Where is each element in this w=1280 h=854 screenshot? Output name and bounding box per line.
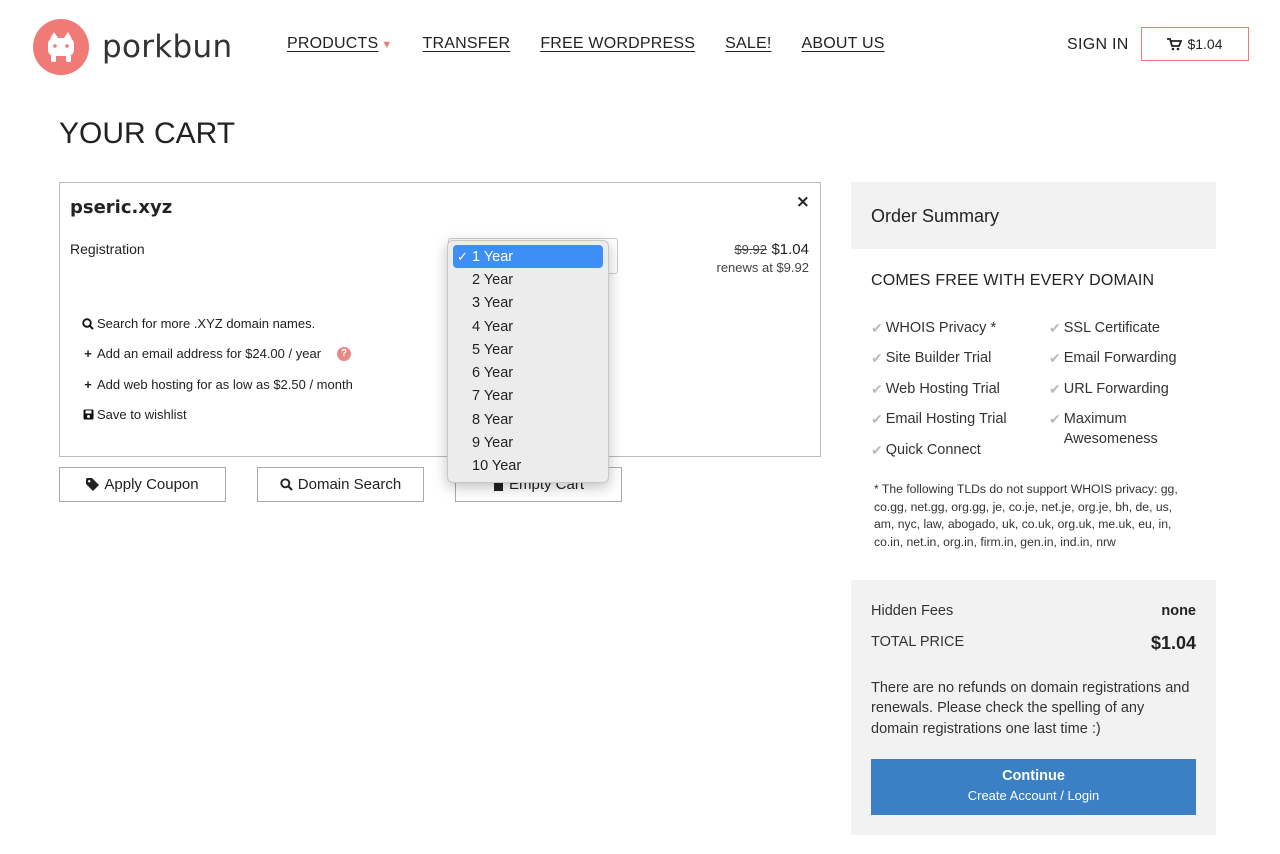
feature-item: ✔ Email Hosting Trial <box>871 409 1007 429</box>
search-icon <box>81 317 95 330</box>
term-option[interactable]: 2 Year <box>453 268 603 291</box>
check-icon: ✔ <box>1049 381 1061 397</box>
domain-search-label: Domain Search <box>297 476 402 493</box>
term-option[interactable]: 6 Year <box>453 361 603 384</box>
order-summary-header: Order Summary <box>851 182 1216 249</box>
term-option[interactable]: 10 Year <box>453 455 603 478</box>
brand-name: porkbun <box>102 29 233 65</box>
feature-label: Email Forwarding <box>1063 350 1177 366</box>
feature-label: SSL Certificate <box>1063 320 1160 336</box>
nav-about-us[interactable]: ABOUT US <box>802 35 885 53</box>
add-hosting-label: Add web hosting for as low as $2.50 / mo… <box>97 377 353 392</box>
feature-label: Maximum Awesomeness <box>1063 411 1158 447</box>
free-features-title: COMES FREE WITH EVERY DOMAIN <box>871 272 1155 289</box>
apply-coupon-label: Apply Coupon <box>104 476 199 493</box>
domain-name: pseric.xyz <box>70 197 173 218</box>
check-icon: ✔ <box>871 442 883 458</box>
check-icon: ✔ <box>871 381 883 397</box>
feature-item: ✔ Site Builder Trial <box>871 348 991 368</box>
check-icon: ✔ <box>1049 320 1061 336</box>
registration-label: Registration <box>70 241 145 257</box>
hidden-fees-label: Hidden Fees <box>871 603 954 619</box>
feature-item: ✔ Web Hosting Trial <box>871 379 1000 399</box>
feature-item: ✔ SSL Certificate <box>1049 318 1160 338</box>
check-icon: ✔ <box>871 320 883 336</box>
term-option[interactable]: 7 Year <box>453 385 603 408</box>
feature-item: ✔ Maximum Awesomeness <box>1049 409 1179 449</box>
feature-label: Site Builder Trial <box>885 350 992 366</box>
pig-logo-icon <box>33 19 89 75</box>
check-icon: ✔ <box>1049 350 1061 366</box>
feature-label: Email Hosting Trial <box>885 411 1007 427</box>
add-email-label: Add an email address for $24.00 / year <box>97 346 322 361</box>
feature-item: ✔ Email Forwarding <box>1049 348 1177 368</box>
remove-item-icon[interactable]: × <box>796 192 810 212</box>
nav-products-label: PRODUCTS <box>287 35 379 52</box>
cart-total: $1.04 <box>1187 36 1223 52</box>
add-hosting-link[interactable]: + Add web hosting for as low as $2.50 / … <box>81 377 353 392</box>
feature-label: Quick Connect <box>885 442 981 458</box>
continue-sublabel: Create Account / Login <box>967 788 1100 803</box>
add-email-link[interactable]: + Add an email address for $24.00 / year… <box>81 346 352 361</box>
total-price-value: $1.04 <box>1150 633 1196 653</box>
apply-coupon-button[interactable]: Apply Coupon <box>59 467 226 502</box>
nav-free-wordpress[interactable]: FREE WORDPRESS <box>540 35 695 53</box>
whois-privacy-note: * The following TLDs do not support WHOI… <box>874 482 1178 549</box>
plus-icon: + <box>84 346 92 361</box>
tag-icon <box>86 478 100 491</box>
hidden-fees-value: none <box>1161 603 1196 619</box>
check-icon: ✔ <box>871 411 883 427</box>
order-summary-title: Order Summary <box>871 206 1000 226</box>
feature-item: ✔ WHOIS Privacy * <box>871 318 996 338</box>
order-totals: Hidden Fees none TOTAL PRICE $1.04 There… <box>851 580 1216 835</box>
checkmark-icon: ✓ <box>457 248 468 264</box>
nav-sale[interactable]: SALE! <box>725 35 771 53</box>
term-option[interactable]: 5 Year <box>453 338 603 361</box>
cart-button[interactable]: $1.04 <box>1141 27 1249 61</box>
save-icon <box>81 409 95 420</box>
continue-label: Continue <box>1002 768 1065 784</box>
term-option[interactable]: ✓ 1 Year <box>453 245 603 269</box>
search-more-label: Search for more .XYZ domain names. <box>97 316 316 331</box>
total-price-label: TOTAL PRICE <box>871 634 965 650</box>
feature-item: ✔ Quick Connect <box>871 440 981 460</box>
main-nav: PRODUCTS ▼ TRANSFER FREE WORDPRESS SALE! … <box>287 35 915 53</box>
term-dropdown-menu: ✓ 1 Year 2 Year 3 Year 4 Year 5 Year 6 Ye… <box>447 240 609 483</box>
term-option[interactable]: 9 Year <box>453 431 603 454</box>
feature-label: URL Forwarding <box>1063 381 1169 397</box>
term-option-label: 1 Year <box>472 248 514 265</box>
search-icon <box>280 478 293 491</box>
item-price: $9.92 $1.04 renews at $9.92 <box>716 241 809 275</box>
check-icon: ✔ <box>871 350 883 366</box>
brand-logo[interactable]: porkbun <box>33 19 232 75</box>
caret-down-icon: ▼ <box>381 39 393 51</box>
term-option[interactable]: 4 Year <box>453 315 603 338</box>
term-option[interactable]: 8 Year <box>453 408 603 431</box>
page-title: YOUR CART <box>59 117 236 150</box>
save-wishlist-label: Save to wishlist <box>97 407 187 422</box>
help-icon[interactable]: ? <box>337 346 352 361</box>
nav-products[interactable]: PRODUCTS ▼ <box>287 35 392 53</box>
feature-item: ✔ URL Forwarding <box>1049 379 1169 399</box>
continue-button[interactable]: Continue Create Account / Login <box>871 759 1196 815</box>
search-more-link[interactable]: Search for more .XYZ domain names. <box>81 316 315 331</box>
plus-icon: + <box>84 377 92 392</box>
sign-in-link[interactable]: SIGN IN <box>1067 36 1129 54</box>
feature-label: WHOIS Privacy * <box>885 320 997 336</box>
refund-notice: There are no refunds on domain registrat… <box>871 680 1190 737</box>
old-price: $9.92 <box>734 242 767 257</box>
new-price: $1.04 <box>771 241 809 258</box>
cart-item: pseric.xyz × Registration $9.92 $1.04 re… <box>59 182 821 457</box>
domain-search-button[interactable]: Domain Search <box>257 467 424 502</box>
check-icon: ✔ <box>1049 411 1061 427</box>
save-wishlist-link[interactable]: Save to wishlist <box>81 407 187 422</box>
nav-transfer[interactable]: TRANSFER <box>422 35 510 53</box>
term-option[interactable]: 3 Year <box>453 292 603 315</box>
cart-icon <box>1167 37 1183 50</box>
renewal-price: renews at $9.92 <box>716 260 809 275</box>
feature-label: Web Hosting Trial <box>885 381 1000 397</box>
